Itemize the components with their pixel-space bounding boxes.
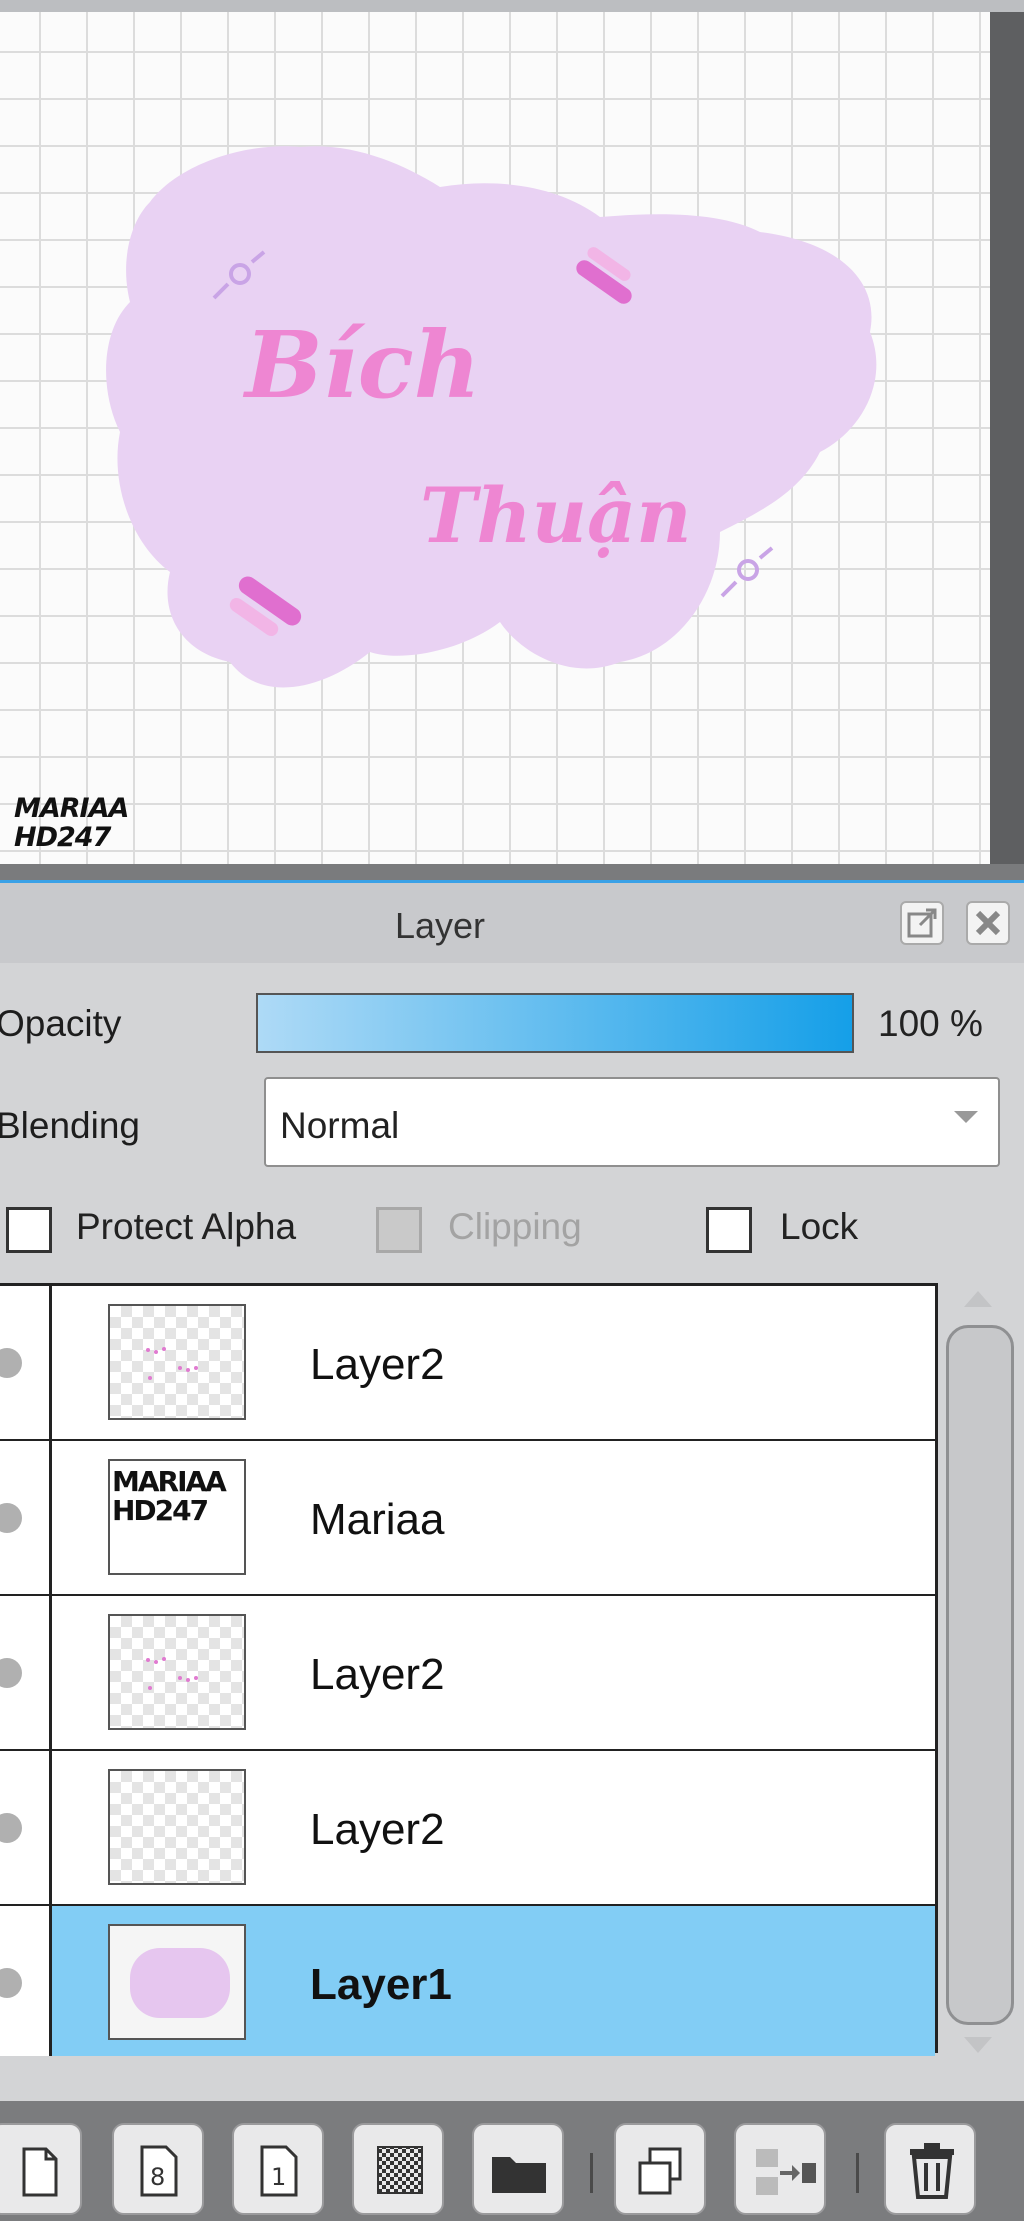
layer-thumbnail <box>108 1304 246 1420</box>
new-layer-icon <box>22 2147 58 2197</box>
sparkle-decoration-2 <box>720 546 774 598</box>
new-folder-button[interactable] <box>472 2123 564 2215</box>
visibility-toggle[interactable] <box>0 1286 52 1439</box>
eye-icon <box>0 1348 22 1378</box>
blending-mode-value: Normal <box>280 1105 400 1146</box>
layer-row[interactable]: MARIAA HD247 Mariaa <box>0 1441 935 1596</box>
new-1bit-layer-icon: 1 <box>260 2145 298 2197</box>
eye-icon <box>0 1503 22 1533</box>
toolbar-separator <box>856 2153 859 2193</box>
opacity-value: 100 % <box>878 1003 983 1044</box>
eye-icon <box>0 1658 22 1688</box>
visibility-toggle[interactable] <box>0 1596 52 1749</box>
canvas-top-bar <box>0 0 1024 12</box>
drawing-canvas[interactable]: Bích Thuận MARIAA HD247 <box>0 12 990 864</box>
artwork-text-1: Bích <box>242 311 481 419</box>
watermark-thumbnail: MARIAA HD247 <box>112 1465 227 1527</box>
canvas-vertical-scrollbar[interactable] <box>990 12 1024 864</box>
eye-icon <box>0 1968 22 1998</box>
pink-cloud-thumbnail <box>130 1948 230 2018</box>
svg-text:8: 8 <box>150 2163 165 2191</box>
layer-name: Layer2 <box>310 1340 445 1389</box>
panel-title: Layer <box>394 905 486 946</box>
new-halftone-layer-icon <box>377 2146 423 2194</box>
thumbnail-text-line-2: HD247 <box>112 1494 209 1527</box>
layer-thumbnail: MARIAA HD247 <box>108 1459 246 1575</box>
new-8bit-layer-button[interactable]: 8 <box>112 2123 204 2215</box>
text-art-thumbnail-icon <box>146 1347 198 1380</box>
float-panel-button[interactable] <box>900 901 944 945</box>
layer-name: Layer1 <box>310 1960 452 2009</box>
protect-alpha-label[interactable]: Protect Alpha <box>76 1206 296 1248</box>
thumbnail-text-line-1: MARIAA <box>112 1465 227 1498</box>
opacity-label: Opacity <box>0 1003 122 1044</box>
close-panel-button[interactable] <box>966 901 1010 945</box>
scrollbar-thumb[interactable] <box>946 1325 1014 2025</box>
canvas-bottom-bar <box>0 864 1024 880</box>
visibility-toggle[interactable] <box>0 1751 52 1904</box>
visibility-toggle[interactable] <box>0 1441 52 1594</box>
watermark-line-1: MARIAA <box>14 793 129 824</box>
toolbar-separator <box>590 2153 593 2193</box>
lock-checkbox[interactable] <box>706 1207 752 1253</box>
scroll-up-arrow-icon[interactable] <box>964 1291 992 1307</box>
layer-thumbnail <box>108 1614 246 1730</box>
new-layer-button[interactable] <box>0 2123 82 2215</box>
layer-row-selected[interactable]: Layer1 <box>0 1906 935 2056</box>
clipping-checkbox <box>376 1207 422 1253</box>
canvas-area[interactable]: Bích Thuận MARIAA HD247 <box>0 0 1024 880</box>
layer-row[interactable]: Layer2 <box>0 1751 935 1906</box>
layer-row[interactable]: Layer2 <box>0 1286 935 1441</box>
delete-layer-icon <box>910 2143 954 2199</box>
blending-label: Blending <box>0 1105 141 1146</box>
opacity-slider-fill <box>258 995 852 1051</box>
canvas-watermark: MARIAA HD247 <box>14 793 129 853</box>
layer-thumbnail <box>108 1924 246 2040</box>
eye-icon <box>0 1813 22 1843</box>
new-8bit-layer-icon: 8 <box>140 2145 178 2197</box>
new-folder-icon <box>492 2157 546 2193</box>
new-1bit-layer-button[interactable]: 1 <box>232 2123 324 2215</box>
popout-icon <box>907 908 937 938</box>
layer-name: Layer2 <box>310 1650 445 1699</box>
artwork-text-2: Thuận <box>420 471 692 560</box>
layer-toolbar: 8 1 <box>0 2101 1024 2221</box>
merge-down-button[interactable] <box>734 2123 826 2215</box>
scroll-down-arrow-icon[interactable] <box>964 2037 992 2053</box>
protect-alpha-checkbox[interactable] <box>6 1207 52 1253</box>
layer-name: Mariaa <box>310 1495 445 1544</box>
layer-list-scrollbar[interactable] <box>942 1283 1024 2053</box>
svg-text:1: 1 <box>271 2163 286 2191</box>
watermark-line-2: HD247 <box>14 822 111 853</box>
opacity-slider[interactable] <box>256 993 854 1053</box>
duplicate-layer-icon <box>638 2147 682 2195</box>
clipping-label: Clipping <box>448 1206 582 1247</box>
text-art-thumbnail-icon <box>146 1657 198 1690</box>
panel-header: Layer <box>0 883 1024 963</box>
chevron-down-icon <box>954 1111 978 1123</box>
pink-cloud-shape <box>106 146 877 688</box>
layer-thumbnail <box>108 1769 246 1885</box>
layer-name: Layer2 <box>310 1805 445 1854</box>
merge-down-icon <box>756 2149 816 2195</box>
lock-label[interactable]: Lock <box>780 1206 858 1248</box>
artwork: Bích Thuận <box>106 146 877 688</box>
layer-row[interactable]: Layer2 <box>0 1596 935 1751</box>
visibility-toggle[interactable] <box>0 1906 52 2056</box>
duplicate-layer-button[interactable] <box>614 2123 706 2215</box>
new-halftone-layer-button[interactable] <box>352 2123 444 2215</box>
delete-layer-button[interactable] <box>884 2123 976 2215</box>
close-icon <box>975 910 1001 936</box>
blending-mode-select[interactable]: Normal <box>264 1077 1000 1167</box>
layer-list[interactable]: Layer2 MARIAA HD247 Mariaa Layer2 Layer2… <box>0 1283 938 2056</box>
layer-panel: Layer Opacity 100 % Blending Normal Prot… <box>0 880 1024 2221</box>
